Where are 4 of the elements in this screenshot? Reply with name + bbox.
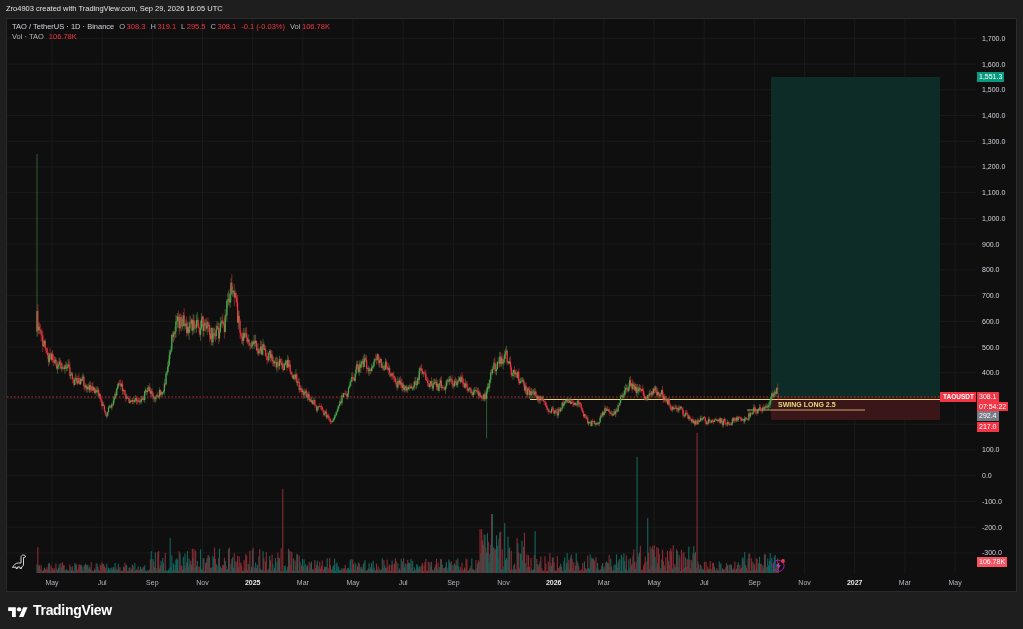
dinosaur-icon[interactable] bbox=[11, 553, 27, 569]
lightning-icon[interactable] bbox=[772, 559, 785, 572]
brand-name: TradingView bbox=[33, 601, 112, 620]
logo-icon bbox=[8, 604, 28, 617]
